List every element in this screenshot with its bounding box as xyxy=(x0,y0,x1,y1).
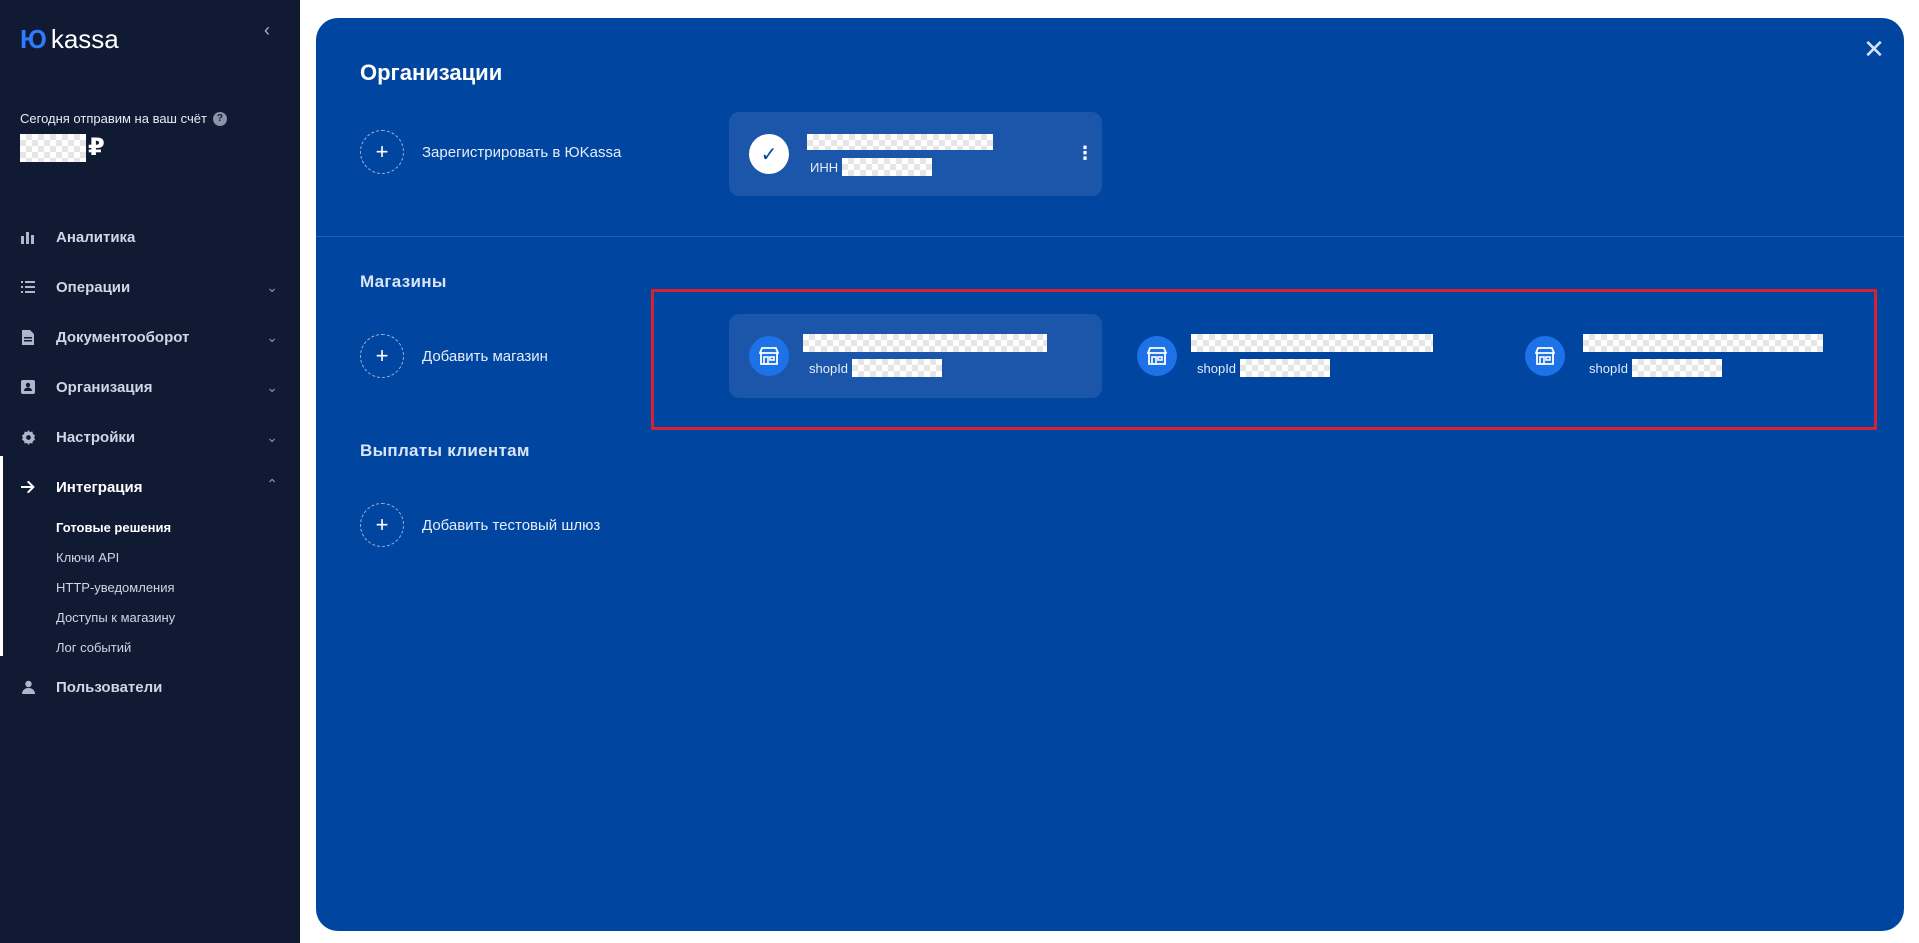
plus-icon: + xyxy=(360,130,404,174)
subnav-item-api-keys[interactable]: Ключи API xyxy=(56,542,300,572)
nav-item-label: Интеграция xyxy=(56,478,143,496)
shops-section-title: Магазины xyxy=(360,272,447,291)
nav-item-integration[interactable]: Интеграция ⌃ xyxy=(0,462,300,512)
shop-id-masked xyxy=(852,359,943,377)
bar-chart-icon xyxy=(20,229,36,245)
modal-title: Организации xyxy=(360,60,503,85)
shop-id: shopId xyxy=(1197,359,1331,377)
chevron-up-icon: ⌃ xyxy=(266,476,278,492)
organization-inn: ИНН xyxy=(810,158,933,176)
list-icon xyxy=(20,279,36,295)
logo-mark: Ю xyxy=(20,24,47,54)
nav-item-label: Операции xyxy=(56,278,131,296)
nav-item-settings[interactable]: Настройки ⌄ xyxy=(0,412,300,462)
shop-id-label: shopId xyxy=(1589,360,1629,376)
main-nav: Аналитика Операции ⌄ Документооборот ⌄ О… xyxy=(0,212,300,712)
nav-item-users[interactable]: Пользователи xyxy=(0,662,300,712)
add-shop-button[interactable]: + Добавить магазин xyxy=(360,334,548,378)
plus-icon: + xyxy=(360,503,404,547)
store-icon xyxy=(749,336,789,376)
arrow-right-icon xyxy=(20,479,36,495)
organizations-modal: ✕ Организации + Зарегистрировать в ЮKass… xyxy=(316,18,1904,931)
add-shop-label: Добавить магазин xyxy=(422,347,548,365)
payouts-section-title: Выплаты клиентам xyxy=(360,441,530,460)
sidebar: Ю kassa ‹ Сегодня отправим на ваш счёт ?… xyxy=(0,0,300,943)
shop-id-label: shopId xyxy=(809,360,849,376)
checkmark-icon: ✓ xyxy=(749,134,789,174)
document-icon xyxy=(20,329,36,345)
nav-item-label: Настройки xyxy=(56,428,136,446)
inn-label: ИНН xyxy=(810,159,839,175)
shop-id: shopId xyxy=(809,359,943,377)
subnav-item-shop-access[interactable]: Доступы к магазину xyxy=(56,602,300,632)
logo[interactable]: Ю kassa xyxy=(20,24,119,55)
plus-icon: + xyxy=(360,334,404,378)
currency-sign: ₽ xyxy=(88,134,105,161)
balance-amount: ₽ xyxy=(20,133,105,162)
organization-card[interactable]: ✓ ИНН ⋮ xyxy=(729,112,1102,196)
shop-name-masked xyxy=(1583,334,1823,352)
shop-card[interactable]: shopId xyxy=(1117,314,1490,398)
help-icon[interactable]: ? xyxy=(212,111,227,126)
section-divider xyxy=(316,236,1904,237)
logo-text: kassa xyxy=(50,24,119,54)
nav-item-operations[interactable]: Операции ⌄ xyxy=(0,262,300,312)
close-icon[interactable]: ✕ xyxy=(1862,36,1886,62)
add-gateway-label: Добавить тестовый шлюз xyxy=(422,516,601,534)
shop-id-masked xyxy=(1240,359,1331,377)
balance-label: Сегодня отправим на ваш счёт ? xyxy=(20,111,227,126)
nav-item-label: Документооборот xyxy=(56,328,190,346)
shop-card[interactable]: shopId xyxy=(1505,314,1878,398)
chevron-down-icon: ⌄ xyxy=(266,279,278,295)
store-icon xyxy=(1137,336,1177,376)
subnav-item-http-notifications[interactable]: HTTP-уведомления xyxy=(56,572,300,602)
organization-name-masked xyxy=(807,134,993,150)
nav-item-label: Пользователи xyxy=(56,678,163,696)
chevron-down-icon: ⌄ xyxy=(266,429,278,445)
id-card-icon xyxy=(20,379,36,395)
store-icon xyxy=(1525,336,1565,376)
inn-value-masked xyxy=(842,158,933,176)
shop-id-label: shopId xyxy=(1197,360,1237,376)
collapse-sidebar-icon[interactable]: ‹ xyxy=(264,21,280,39)
shop-card[interactable]: shopId xyxy=(729,314,1102,398)
shop-id: shopId xyxy=(1589,359,1723,377)
shop-name-masked xyxy=(1191,334,1433,352)
nav-item-organization[interactable]: Организация ⌄ xyxy=(0,362,300,412)
nav-item-label: Аналитика xyxy=(56,228,136,246)
subnav-item-event-log[interactable]: Лог событий xyxy=(56,632,300,662)
nav-item-analytics[interactable]: Аналитика xyxy=(0,212,300,262)
nav-item-label: Организация xyxy=(56,378,153,396)
nav-item-documents[interactable]: Документооборот ⌄ xyxy=(0,312,300,362)
balance-value-masked xyxy=(20,133,86,162)
register-label: Зарегистрировать в ЮKassa xyxy=(422,143,622,161)
user-icon xyxy=(20,679,36,695)
chevron-down-icon: ⌄ xyxy=(266,329,278,345)
chevron-down-icon: ⌄ xyxy=(266,379,278,395)
gear-icon xyxy=(20,429,36,445)
register-button[interactable]: + Зарегистрировать в ЮKassa xyxy=(360,130,621,174)
integration-subnav: Готовые решения Ключи API HTTP-уведомлен… xyxy=(0,512,300,662)
shop-id-masked xyxy=(1632,359,1723,377)
add-test-gateway-button[interactable]: + Добавить тестовый шлюз xyxy=(360,503,600,547)
subnav-item-ready-solutions[interactable]: Готовые решения xyxy=(56,512,300,542)
balance-label-text: Сегодня отправим на ваш счёт xyxy=(20,111,207,126)
shop-name-masked xyxy=(803,334,1047,352)
more-options-icon[interactable]: ⋮ xyxy=(1076,142,1094,166)
app-window: Ю kassa ‹ Сегодня отправим на ваш счёт ?… xyxy=(0,0,1919,943)
